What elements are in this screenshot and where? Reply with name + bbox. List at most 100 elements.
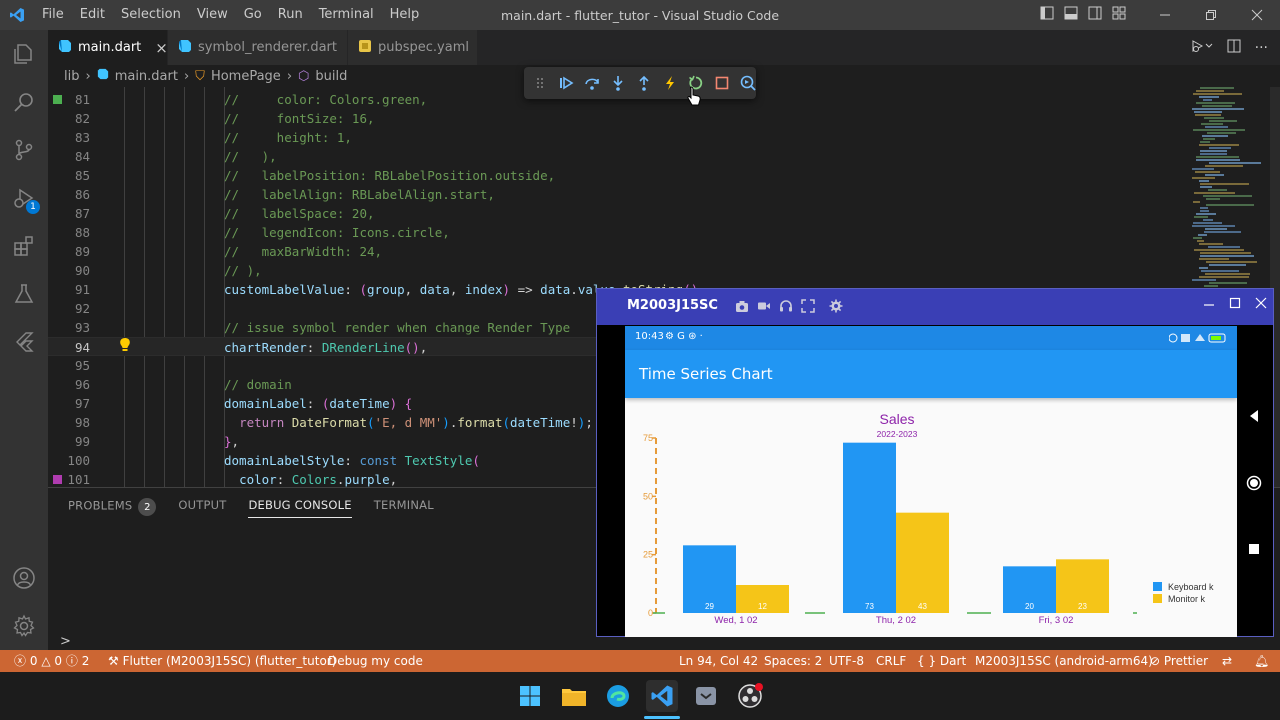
search-icon[interactable] [0, 78, 48, 126]
code-line[interactable]: 90 // ), [48, 261, 1280, 280]
breadcrumb-file[interactable]: main.dart [115, 69, 178, 84]
obs-recording-icon[interactable] [734, 680, 766, 712]
account-icon[interactable] [0, 554, 48, 602]
tab-pubspec[interactable]: pubspec.yaml [348, 30, 478, 65]
customize-layout-icon[interactable] [1112, 6, 1126, 24]
menu-edit[interactable]: Edit [72, 0, 113, 30]
restore-icon[interactable] [1188, 0, 1234, 30]
minimap-line [1193, 222, 1222, 224]
step-over-icon[interactable] [584, 75, 600, 91]
start-windows-icon[interactable] [514, 680, 546, 712]
code-line[interactable]: 86 // labelAlign: RBLabelAlign.start, [48, 185, 1280, 204]
toggle-secondary-sidebar-icon[interactable] [1088, 6, 1102, 24]
menu-file[interactable]: File [34, 0, 72, 30]
target-device-status[interactable]: M2003J15SC (android-arm64) [975, 650, 1153, 672]
debug-my-code-status[interactable]: Debug my code [328, 650, 423, 672]
code-line[interactable]: 84 // ), [48, 147, 1280, 166]
vscode-taskbar-icon[interactable] [646, 680, 678, 712]
prettier-label: Prettier [1163, 654, 1209, 668]
eol-status[interactable]: CRLF [876, 650, 906, 672]
menu-go[interactable]: Go [236, 0, 270, 30]
minimap-line [1204, 231, 1241, 233]
close-icon[interactable] [1255, 297, 1267, 313]
code-line[interactable]: 82 // fontSize: 16, [48, 109, 1280, 128]
code-line[interactable]: 87 // labelSpace: 20, [48, 204, 1280, 223]
overview-icon[interactable] [1248, 543, 1260, 559]
camera-icon[interactable] [735, 299, 749, 317]
toggle-panel-icon[interactable] [1064, 6, 1078, 24]
extensions-icon[interactable] [0, 222, 48, 270]
breadcrumb-method[interactable]: build [315, 69, 347, 84]
breadcrumb-lib[interactable]: lib [64, 69, 79, 84]
drag-handle-icon[interactable] [532, 75, 548, 91]
split-editor-icon[interactable] [1227, 39, 1241, 57]
step-out-icon[interactable] [636, 75, 652, 91]
run-dropdown-icon[interactable] [1191, 39, 1213, 57]
console-input-prompt[interactable]: > [60, 634, 71, 649]
flutter-icon[interactable] [0, 318, 48, 366]
phone-screen[interactable]: 10:43 ⚙ G ⊛ · Time Series Chart Sales 20… [625, 326, 1237, 637]
problems-status[interactable]: ⓧ 0 △ 0 ⓘ 2 [14, 650, 89, 672]
step-into-icon[interactable] [610, 75, 626, 91]
explorer-icon[interactable] [0, 30, 48, 78]
encoding-status[interactable]: UTF-8 [829, 650, 864, 672]
app-tray-icon[interactable] [690, 680, 722, 712]
menu-help[interactable]: Help [382, 0, 428, 30]
minimap-line [1208, 189, 1227, 191]
close-tab-icon[interactable]: × [155, 39, 168, 57]
minimap-line [1203, 99, 1212, 101]
run-debug-icon[interactable]: 1 [0, 174, 48, 222]
settings-gear-icon[interactable] [829, 299, 843, 317]
indentation-status[interactable]: Spaces: 2 [764, 650, 822, 672]
flutter-devtools-icon[interactable] [740, 75, 756, 91]
minimap-line [1192, 177, 1215, 179]
windows-taskbar [0, 672, 1280, 720]
file-explorer-icon[interactable] [558, 680, 590, 712]
code-line[interactable]: 83 // height: 1, [48, 128, 1280, 147]
flutter-device-status[interactable]: ⚒ Flutter (M2003J15SC) (flutter_tutor) [108, 650, 336, 672]
stop-icon[interactable] [714, 75, 730, 91]
edge-browser-icon[interactable] [602, 680, 634, 712]
menu-terminal[interactable]: Terminal [311, 0, 382, 30]
minimize-icon[interactable] [1203, 297, 1215, 313]
y-tick-label: 50 [643, 491, 653, 501]
home-icon[interactable] [1246, 475, 1262, 495]
manage-gear-icon[interactable] [0, 602, 48, 650]
panel-tab-debug-console[interactable]: DEBUG CONSOLE [248, 498, 352, 518]
feedback-icon[interactable]: ⇄ [1222, 650, 1232, 672]
source-control-icon[interactable] [0, 126, 48, 174]
panel-tab-output[interactable]: OUTPUT [178, 498, 226, 518]
hot-reload-icon[interactable] [662, 75, 678, 91]
menu-run[interactable]: Run [270, 0, 311, 30]
prettier-icon: ⊘ [1150, 654, 1161, 668]
panel-tab-problems[interactable]: PROBLEMS 2 [68, 498, 157, 518]
language-mode-status[interactable]: { } Dart [917, 650, 966, 672]
minimap-line [1209, 147, 1231, 149]
more-actions-icon[interactable]: ··· [1255, 40, 1268, 56]
continue-icon[interactable] [558, 75, 574, 91]
testing-flask-icon[interactable] [0, 270, 48, 318]
menu-selection[interactable]: Selection [113, 0, 189, 30]
close-window-icon[interactable] [1234, 0, 1280, 30]
maximize-icon[interactable] [1229, 297, 1241, 313]
toggle-sidebar-icon[interactable] [1040, 6, 1054, 24]
code-line[interactable]: 89 // maxBarWidth: 24, [48, 242, 1280, 261]
video-camera-icon[interactable] [757, 299, 771, 317]
minimize-icon[interactable] [1142, 0, 1188, 30]
cursor-position-status[interactable]: Ln 94, Col 42 [679, 650, 758, 672]
panel-tab-terminal[interactable]: TERMINAL [374, 498, 434, 518]
notifications-bell-icon[interactable]: 🔔︎ [1254, 650, 1269, 672]
problems-count-badge: 2 [138, 498, 157, 516]
tab-symbol-renderer[interactable]: symbol_renderer.dart [168, 30, 348, 65]
prettier-status[interactable]: ⊘ Prettier [1150, 650, 1208, 672]
breadcrumb-class[interactable]: HomePage [211, 69, 281, 84]
lightbulb-icon[interactable] [118, 337, 132, 357]
menu-view[interactable]: View [189, 0, 236, 30]
tab-main-dart[interactable]: main.dart × [48, 30, 168, 65]
back-icon[interactable] [1247, 409, 1261, 427]
code-line[interactable]: 88 // legendIcon: Icons.circle, [48, 223, 1280, 242]
android-status-bar: 10:43 ⚙ G ⊛ · [625, 326, 1237, 350]
headphones-icon[interactable] [779, 299, 793, 317]
code-line[interactable]: 85 // labelPosition: RBLabelPosition.outs… [48, 166, 1280, 185]
fullscreen-icon[interactable] [801, 299, 815, 317]
